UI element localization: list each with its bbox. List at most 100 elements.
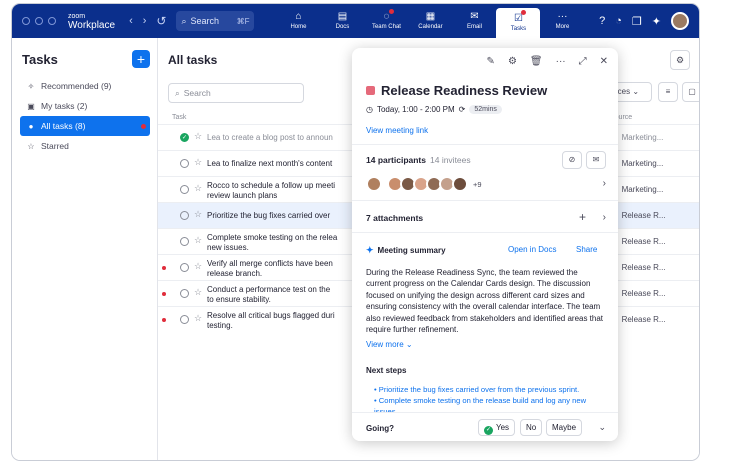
divider — [352, 200, 618, 201]
color-swatch — [366, 86, 375, 95]
star-icon[interactable]: ☆ — [194, 287, 202, 298]
email-icon: ✉ — [470, 11, 479, 22]
people-icon: ● — [28, 121, 34, 131]
rsvp-bar: Going? ✓ Yes No Maybe ⌄ — [352, 412, 618, 441]
meeting-detail-panel: ✎ ⚙ 🗑 ··· ⤢ ✕ Release Readiness Review ◷… — [352, 48, 618, 441]
more-icon[interactable]: ··· — [556, 56, 566, 67]
sidebar-item-recommended[interactable]: ✧ Recommended (9) — [20, 76, 150, 96]
add-attachment-icon[interactable]: + — [579, 210, 586, 224]
home-icon: ⌂ — [295, 11, 302, 22]
window-icon[interactable]: ❐ — [632, 15, 642, 28]
search-icon: ⌕ — [175, 87, 180, 98]
star-icon[interactable]: ☆ — [194, 183, 202, 194]
tab-docs[interactable]: ▤ Docs — [320, 4, 364, 38]
recurring-icon: ⟳ — [458, 105, 466, 114]
window-controls — [22, 17, 56, 25]
page-title: All tasks — [168, 53, 218, 67]
more-icon: ··· — [557, 11, 568, 22]
top-right-actions: ? ◔ ❐ ✦ — [599, 12, 689, 30]
rsvp-no-button[interactable]: No — [520, 419, 543, 436]
participant-avatars[interactable]: +9 — [366, 176, 482, 192]
history-icon[interactable]: ↺ — [156, 14, 166, 28]
close-window-button[interactable] — [22, 17, 30, 25]
minimize-window-button[interactable] — [35, 17, 43, 25]
nav-tabs: ⌂ Home ▤ Docs ◌ Team Chat ▦ Calendar ✉ Email … — [276, 4, 584, 38]
star-icon[interactable]: ☆ — [194, 157, 202, 168]
tab-more[interactable]: ··· More — [540, 4, 584, 38]
task-checkbox[interactable] — [180, 211, 189, 220]
star-icon[interactable]: ☆ — [194, 261, 202, 272]
sidebar-item-starred[interactable]: ☆ Starred — [20, 136, 150, 156]
chevron-right-icon[interactable]: › — [603, 212, 606, 223]
top-nav-bar: zoom Workplace ‹ › ↺ ⌕ Search ⌘F ⌂ Home ▤… — [12, 4, 699, 38]
global-search-button[interactable]: ⌕ Search ⌘F — [176, 11, 255, 31]
help-icon[interactable]: ? — [599, 15, 605, 27]
going-label: Going? — [366, 424, 394, 433]
sparkle-icon: ✧ — [27, 81, 35, 91]
task-list-icon: ▣ — [27, 101, 35, 111]
attachments-heading: 7 attachments — [366, 213, 424, 223]
rsvp-maybe-button[interactable]: Maybe — [546, 419, 583, 436]
settings-gear-icon[interactable]: ⚙ — [670, 50, 690, 70]
email-icon[interactable]: ✉ — [586, 151, 606, 169]
tab-email[interactable]: ✉ Email — [452, 4, 496, 38]
open-in-docs-link[interactable]: Open in Docs — [508, 245, 556, 254]
calendar-icon: ▦ — [425, 11, 436, 22]
maximize-window-button[interactable] — [48, 17, 56, 25]
sidebar-item-my-tasks[interactable]: ▣ My tasks (2) — [20, 96, 150, 116]
clock-icon: ◷ — [366, 105, 373, 114]
bell-icon[interactable]: ◔ — [615, 15, 622, 27]
task-checkbox[interactable] — [180, 159, 189, 168]
task-checkbox[interactable] — [180, 289, 189, 298]
user-avatar[interactable] — [671, 12, 689, 30]
chevron-down-icon[interactable]: ⌄ — [598, 422, 606, 433]
completed-check-icon[interactable]: ✓ — [180, 133, 189, 142]
view-meeting-link[interactable]: View meeting link — [366, 126, 428, 135]
list-item[interactable]: • Prioritize the bug fixes carried over … — [374, 384, 610, 395]
trash-icon[interactable]: 🗑 — [530, 56, 543, 67]
chevron-right-icon[interactable]: › — [603, 178, 606, 189]
task-checkbox[interactable] — [180, 263, 189, 272]
unread-dot — [162, 266, 166, 270]
app-window: zoom Workplace ‹ › ↺ ⌕ Search ⌘F ⌂ Home ▤… — [12, 4, 699, 460]
ai-sparkle-icon: ✦ — [366, 245, 374, 255]
star-icon: ☆ — [27, 141, 35, 151]
tab-calendar[interactable]: ▦ Calendar — [408, 4, 452, 38]
sidebar-title: Tasks — [22, 52, 58, 67]
edit-pencil-icon[interactable]: ✎ — [487, 56, 495, 67]
avatar — [366, 176, 382, 192]
attach-icon[interactable]: ⊘ — [562, 151, 582, 169]
view-more-link[interactable]: View more ⌄ — [366, 340, 413, 349]
task-checkbox[interactable] — [180, 185, 189, 194]
notification-dot — [521, 10, 527, 15]
add-task-button[interactable]: + — [132, 50, 150, 68]
filter-icon[interactable]: ≡ — [658, 82, 678, 102]
settings-gear-icon[interactable]: ⚙ — [508, 56, 517, 67]
rsvp-yes-button[interactable]: ✓ Yes — [478, 419, 516, 436]
task-checkbox[interactable] — [180, 237, 189, 246]
chat-icon: ◌ — [383, 11, 390, 22]
star-icon[interactable]: ☆ — [194, 313, 202, 324]
back-arrow-icon[interactable]: ‹ — [129, 15, 133, 27]
star-icon[interactable]: ☆ — [194, 131, 202, 142]
star-icon[interactable]: ☆ — [194, 209, 202, 220]
layout-icon[interactable]: ▢ — [682, 82, 699, 102]
tab-home[interactable]: ⌂ Home — [276, 4, 320, 38]
check-icon: ✓ — [484, 426, 493, 435]
forward-arrow-icon[interactable]: › — [143, 15, 147, 27]
tab-tasks[interactable]: ☑ Tasks — [496, 8, 541, 38]
star-icon[interactable]: ☆ — [194, 235, 202, 246]
tasks-icon: ☑ — [513, 13, 523, 24]
search-icon: ⌕ — [181, 15, 187, 26]
participants-heading: 14 participants 14 invitees — [366, 155, 471, 165]
share-link[interactable]: Share — [576, 245, 597, 254]
task-checkbox[interactable] — [180, 315, 189, 324]
next-steps-heading: Next steps — [366, 366, 407, 375]
task-search-input[interactable]: ⌕ Search — [168, 83, 304, 103]
meeting-title: Release Readiness Review — [366, 83, 547, 98]
ai-sparkle-icon[interactable]: ✦ — [652, 15, 661, 28]
tab-team-chat[interactable]: ◌ Team Chat — [364, 4, 408, 38]
expand-icon[interactable]: ⤢ — [579, 56, 587, 67]
sidebar-item-all-tasks[interactable]: ● All tasks (8) — [20, 116, 150, 136]
close-icon[interactable]: ✕ — [600, 56, 608, 67]
